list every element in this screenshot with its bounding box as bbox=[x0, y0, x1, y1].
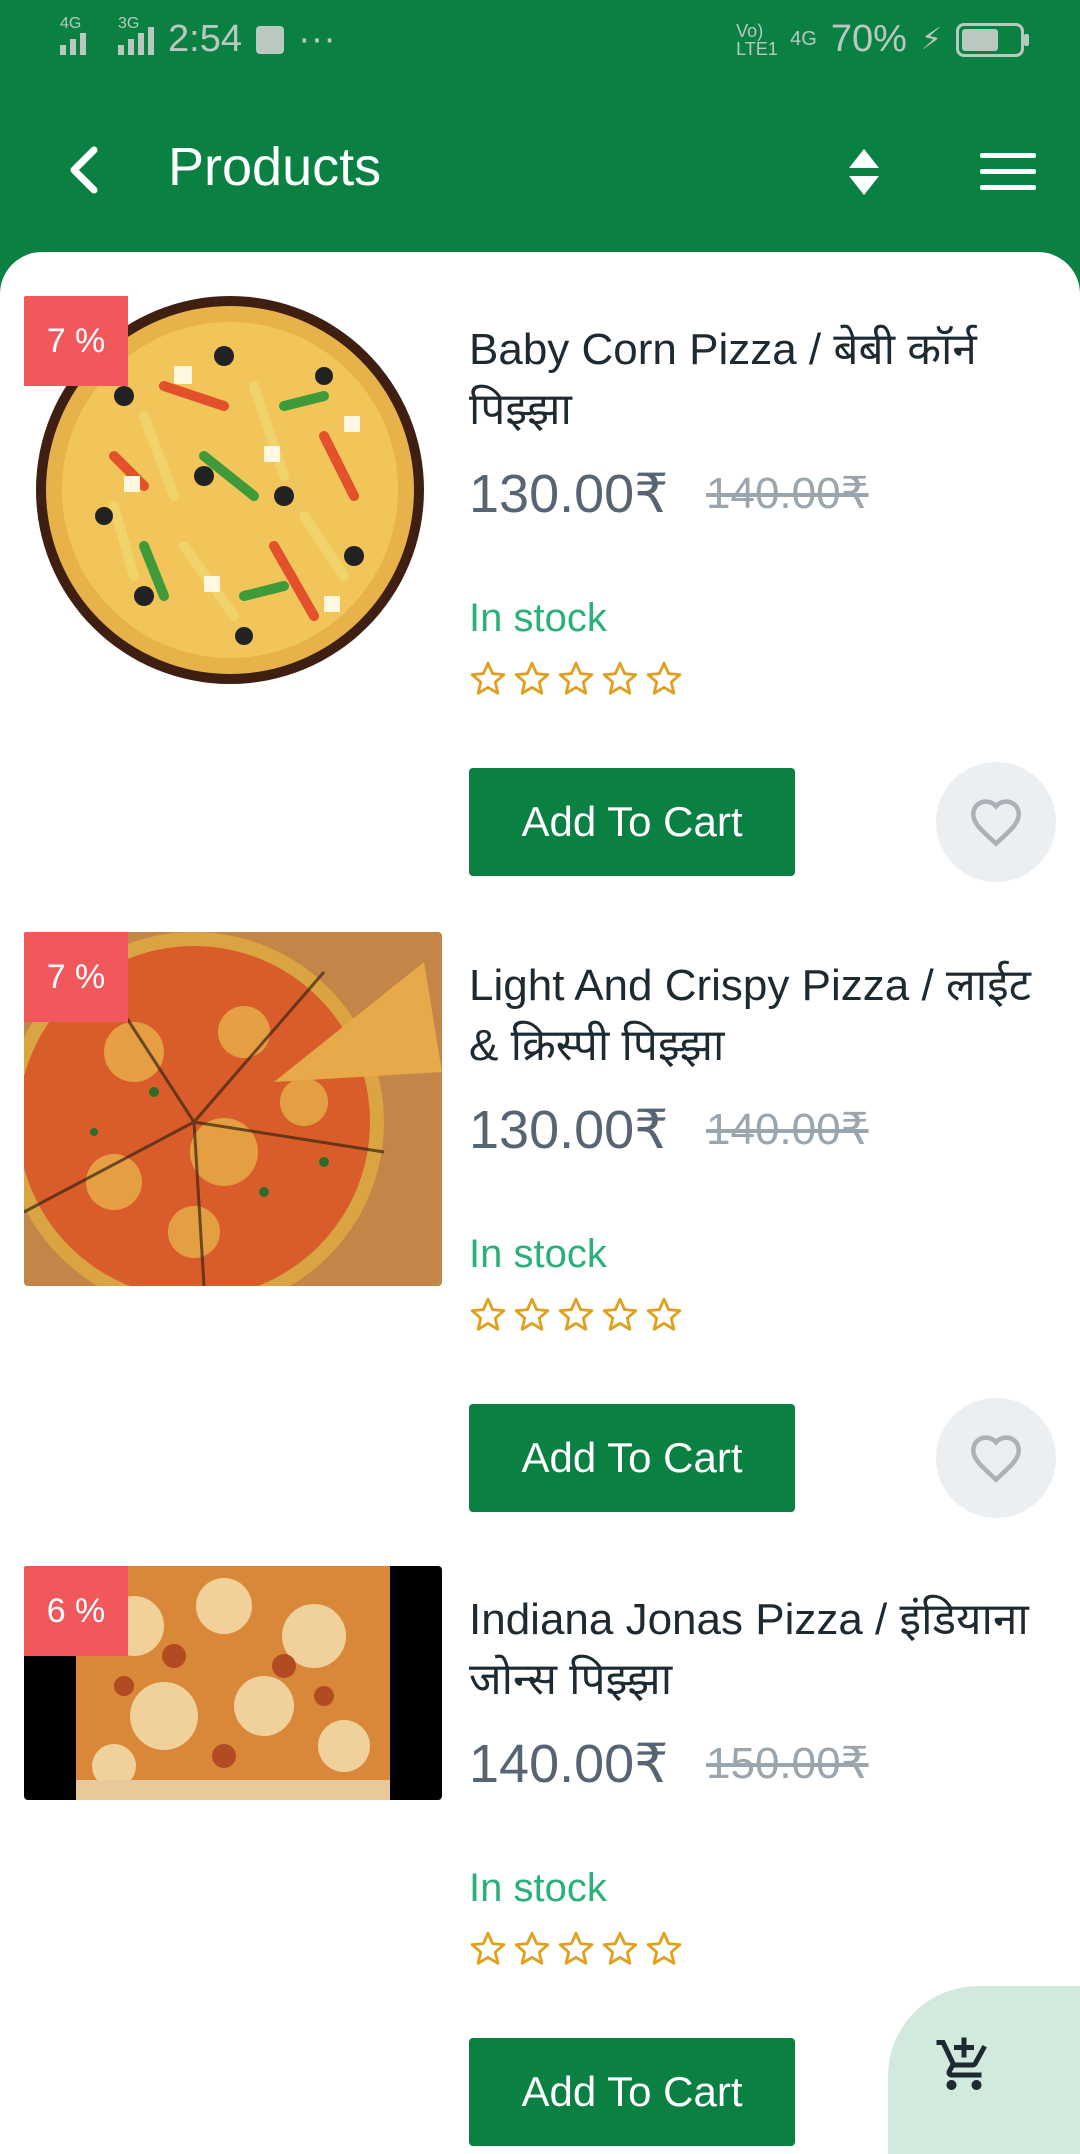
product-old-price: 140.00₹ bbox=[706, 469, 869, 518]
discount-badge: 7 % bbox=[24, 296, 128, 386]
product-name[interactable]: Baby Corn Pizza / बेबी कॉर्न पिझ्झा bbox=[469, 320, 1069, 440]
add-to-cart-button[interactable]: Add To Cart bbox=[469, 2038, 795, 2146]
status-bar: 4G 3G 2:54 ··· Vo) LTE1 4G 70% ⚡ bbox=[0, 0, 1080, 86]
favorite-button[interactable] bbox=[936, 1398, 1056, 1518]
star-icon bbox=[558, 1931, 594, 1965]
add-to-cart-button[interactable]: Add To Cart bbox=[469, 1404, 795, 1512]
back-button[interactable] bbox=[52, 138, 116, 202]
product-old-price: 150.00₹ bbox=[706, 1739, 869, 1788]
chevron-left-icon bbox=[70, 146, 98, 194]
product-list[interactable]: 7 % Baby Corn Pizza / बेबी कॉर्न पिझ्झा … bbox=[0, 252, 1080, 2154]
star-icon bbox=[514, 661, 550, 695]
product-price: 130.00₹ bbox=[469, 464, 669, 524]
product-card: 7 % Light And Crispy Pizza / लाईट & क्रि… bbox=[0, 888, 1080, 1524]
charging-icon: ⚡ bbox=[920, 23, 942, 56]
menu-button[interactable] bbox=[976, 142, 1040, 202]
heart-outline-icon bbox=[970, 1435, 1022, 1483]
product-name[interactable]: Light And Crispy Pizza / लाईट & क्रिस्पी… bbox=[469, 956, 1069, 1076]
signal-icon-2: 3G bbox=[118, 15, 154, 55]
star-icon bbox=[646, 661, 682, 695]
heart-outline-icon bbox=[970, 799, 1022, 847]
rating-stars bbox=[469, 1930, 683, 1968]
volte-indicator: Vo) LTE1 bbox=[736, 20, 778, 59]
star-icon bbox=[602, 1297, 638, 1331]
battery-icon bbox=[956, 22, 1029, 57]
product-old-price: 140.00₹ bbox=[706, 1105, 869, 1154]
sort-button[interactable] bbox=[834, 142, 894, 202]
product-price: 140.00₹ bbox=[469, 1734, 669, 1794]
battery-percent: 70% bbox=[830, 18, 907, 60]
add-shopping-cart-icon bbox=[936, 2037, 987, 2090]
stock-status: In stock bbox=[469, 596, 607, 640]
star-icon bbox=[514, 1297, 550, 1331]
star-icon bbox=[602, 661, 638, 695]
add-to-cart-button[interactable]: Add To Cart bbox=[469, 768, 795, 876]
rating-stars bbox=[469, 660, 683, 698]
star-icon bbox=[558, 661, 594, 695]
star-icon bbox=[646, 1297, 682, 1331]
discount-badge: 6 % bbox=[24, 1566, 128, 1656]
signal-icon-1: 4G bbox=[60, 15, 86, 55]
star-icon bbox=[470, 1297, 506, 1331]
sort-icon bbox=[849, 149, 879, 195]
network-indicator: 4G bbox=[790, 28, 817, 50]
product-name[interactable]: Indiana Jonas Pizza / इंडियाना जोन्स पिझ… bbox=[469, 1590, 1069, 1710]
cart-fab-button[interactable] bbox=[888, 1986, 1080, 2154]
hamburger-menu-icon bbox=[980, 153, 1036, 190]
star-icon bbox=[558, 1297, 594, 1331]
discount-badge: 7 % bbox=[24, 932, 128, 1022]
star-icon bbox=[602, 1931, 638, 1965]
rating-stars bbox=[469, 1296, 683, 1334]
stock-status: In stock bbox=[469, 1232, 607, 1276]
app-bar: Products bbox=[0, 86, 1080, 256]
star-icon bbox=[470, 1931, 506, 1965]
page-title: Products bbox=[168, 137, 382, 197]
product-card: 7 % Baby Corn Pizza / बेबी कॉर्न पिझ्झा … bbox=[0, 252, 1080, 888]
notification-icon bbox=[255, 25, 284, 54]
more-notifications: ··· bbox=[297, 18, 336, 60]
star-icon bbox=[470, 661, 506, 695]
star-icon bbox=[646, 1931, 682, 1965]
star-icon bbox=[514, 1931, 550, 1965]
stock-status: In stock bbox=[469, 1866, 607, 1910]
product-price: 130.00₹ bbox=[469, 1100, 669, 1160]
favorite-button[interactable] bbox=[936, 762, 1056, 882]
clock: 2:54 bbox=[168, 18, 242, 60]
